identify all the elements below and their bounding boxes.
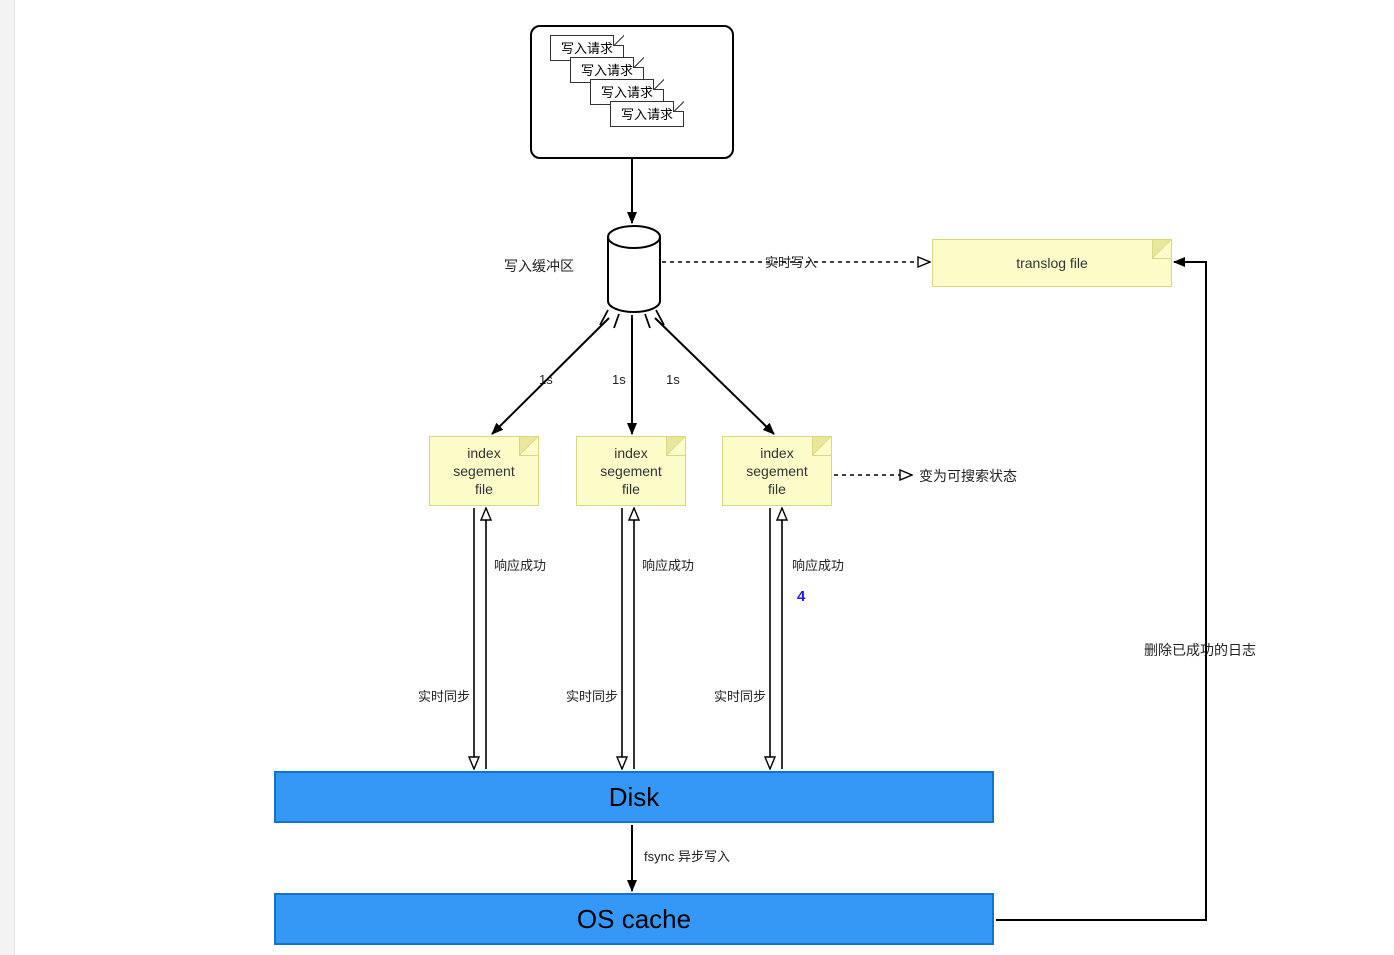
diagram-canvas: 写入请求 写入请求 写入请求 写入请求 写入缓冲区 translog file … (14, 0, 1394, 953)
left-sidebar-strip (0, 0, 15, 955)
arrows-svg (14, 0, 1394, 953)
